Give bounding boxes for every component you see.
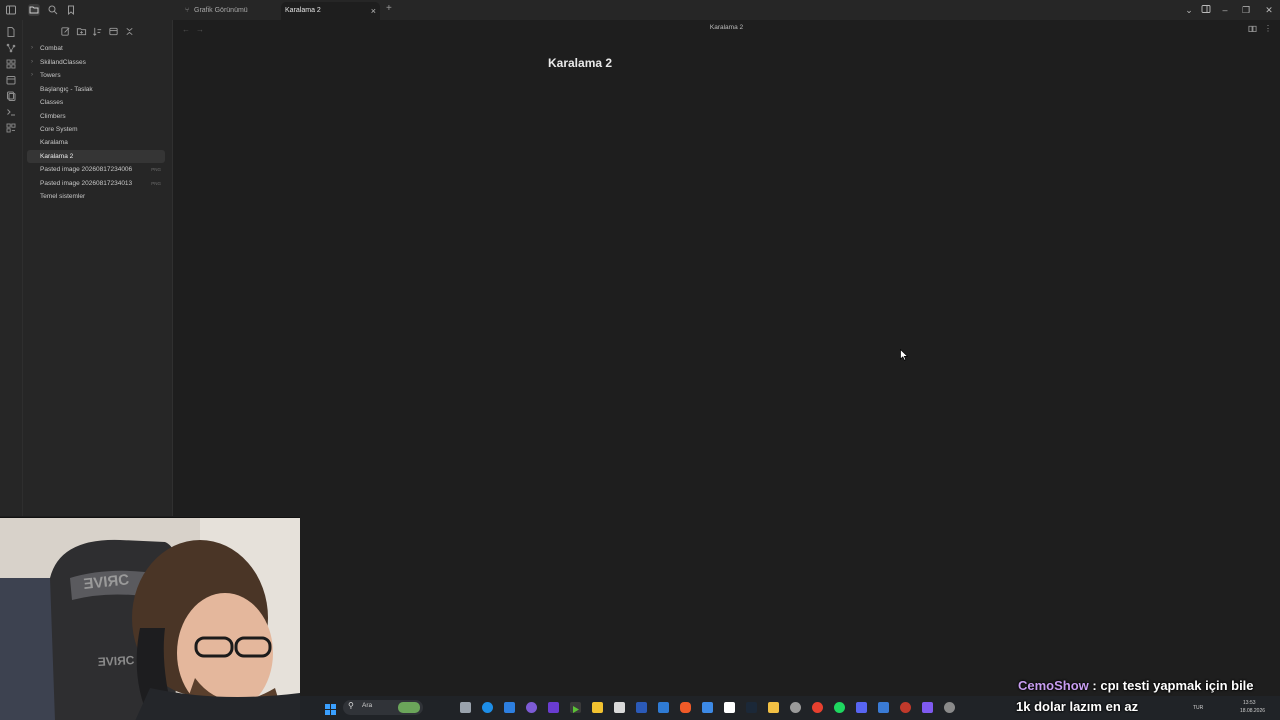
minimize-icon[interactable]: – xyxy=(1218,4,1232,16)
tab-list-icon[interactable]: ⌄ xyxy=(1182,4,1196,16)
view-header-title[interactable]: Karalama 2 xyxy=(173,24,1280,31)
stream-chat-overlay: CemoShow : cpı testi yapmak için bile 1k… xyxy=(1012,676,1280,720)
windows-start-icon[interactable] xyxy=(325,702,336,715)
chevron-right-icon: › xyxy=(31,59,33,65)
webcam-overlay: ƎVIЯC ƎVIЯC xyxy=(0,517,300,720)
graph-view-icon[interactable] xyxy=(5,42,17,54)
folder-towers[interactable]: › Towers xyxy=(27,69,165,82)
file-classes[interactable]: Classes xyxy=(27,96,165,109)
file-extension-badge: PNG xyxy=(151,181,161,186)
sidebar-toggle-icon[interactable] xyxy=(5,4,17,16)
new-folder-icon[interactable] xyxy=(75,26,87,38)
obsidian-icon[interactable] xyxy=(922,702,933,713)
close-tab-icon[interactable]: × xyxy=(371,2,376,20)
left-ribbon xyxy=(0,20,23,516)
chat-separator: : xyxy=(1088,678,1101,693)
edge-icon[interactable] xyxy=(482,702,493,713)
taskbar-search-input[interactable]: ⚲ Ara xyxy=(343,700,423,715)
file-explorer-sidebar: › Combat › SkillandClasses › Towers Başl… xyxy=(23,20,173,516)
vscode-icon[interactable] xyxy=(658,702,669,713)
bookmark-icon[interactable] xyxy=(65,4,77,16)
svg-text:ƎVIЯC: ƎVIЯC xyxy=(97,653,135,669)
file-core-system[interactable]: Core System xyxy=(27,123,165,136)
tab-graph-view[interactable]: ⑂ Grafik Görünümü xyxy=(180,2,278,20)
task-view-icon[interactable] xyxy=(460,702,471,713)
new-tab-button[interactable]: + xyxy=(386,3,392,14)
graph-icon: ⑂ xyxy=(185,7,190,14)
spotify-icon[interactable] xyxy=(834,702,845,713)
file-karalama[interactable]: Karalama xyxy=(27,136,165,149)
sort-icon[interactable] xyxy=(91,26,103,38)
chat-username: CemoShow xyxy=(1018,678,1089,693)
command-palette-icon[interactable] xyxy=(5,106,17,118)
file-extension-badge: PNG xyxy=(151,167,161,172)
calendar-icon[interactable] xyxy=(5,74,17,86)
file-baslangic-taslak[interactable]: Başlangıç - Taslak xyxy=(27,83,165,96)
note-title[interactable]: Karalama 2 xyxy=(548,56,612,70)
file-explorer-icon[interactable] xyxy=(28,4,40,16)
file-climbers[interactable]: Climbers xyxy=(27,110,165,123)
brave-icon[interactable] xyxy=(680,702,691,713)
app-icon[interactable] xyxy=(548,702,559,713)
file-temel-sistemler[interactable]: Temel sistemler xyxy=(27,190,165,203)
more-options-icon[interactable]: ⋮ xyxy=(1264,24,1272,33)
templates-icon[interactable] xyxy=(5,90,17,102)
mail-icon[interactable] xyxy=(504,702,515,713)
search-icon[interactable] xyxy=(47,4,59,16)
new-note-icon[interactable] xyxy=(59,26,71,38)
folder-combat[interactable]: › Combat xyxy=(27,42,165,55)
chevron-right-icon: › xyxy=(31,72,33,78)
file-karalama-2[interactable]: Karalama 2 xyxy=(27,150,165,163)
close-window-icon[interactable]: ✕ xyxy=(1262,4,1276,16)
discord-icon[interactable] xyxy=(856,702,867,713)
steam-icon[interactable] xyxy=(746,702,757,713)
terminal-icon[interactable] xyxy=(614,702,625,713)
search-highlight-icon xyxy=(398,702,420,713)
tab-karalama-2[interactable]: Karalama 2 × xyxy=(281,2,380,20)
app-icon-2[interactable] xyxy=(702,702,713,713)
settings-icon[interactable] xyxy=(944,702,955,713)
title-bar: ⑂ Grafik Görünümü Karalama 2 × + ⌄ – ❐ ✕ xyxy=(0,0,1280,20)
folder-skillandclasses[interactable]: › SkillandClasses xyxy=(27,56,165,69)
notion-icon[interactable] xyxy=(724,702,735,713)
app-icon-4[interactable] xyxy=(900,702,911,713)
sticky-notes-icon[interactable] xyxy=(592,702,603,713)
copilot-icon[interactable] xyxy=(526,702,537,713)
chrome-icon[interactable] xyxy=(812,702,823,713)
canvas-icon[interactable] xyxy=(5,58,17,70)
search-icon: ⚲ xyxy=(348,701,354,710)
editor-pane[interactable]: ← → Karalama 2 ⋮ Karalama 2 xyxy=(173,20,1280,696)
folder-icon[interactable] xyxy=(768,702,779,713)
file-pasted-image-1[interactable]: Pasted image 20260817234006 PNG xyxy=(27,163,165,176)
chat-message-line-2: 1k dolar lazım en az xyxy=(1016,699,1139,714)
restore-icon[interactable]: ❐ xyxy=(1239,4,1253,16)
auto-reveal-icon[interactable] xyxy=(107,26,119,38)
file-pasted-image-2[interactable]: Pasted image 20260817234013 PNG xyxy=(27,177,165,190)
plugins-icon[interactable] xyxy=(5,122,17,134)
app-icon-3[interactable] xyxy=(878,702,889,713)
chatgpt-icon[interactable] xyxy=(790,702,801,713)
mouse-cursor-icon xyxy=(900,349,908,361)
right-sidebar-toggle-icon[interactable] xyxy=(1199,4,1213,16)
chat-message-line-1: CemoShow : cpı testi yapmak için bile xyxy=(1018,678,1254,693)
collapse-all-icon[interactable] xyxy=(123,26,135,38)
reading-view-icon[interactable] xyxy=(1248,24,1257,35)
arc-icon[interactable] xyxy=(636,702,647,713)
open-quick-switcher-icon[interactable] xyxy=(5,26,17,38)
chat-message-text: cpı testi yapmak için bile xyxy=(1100,678,1254,693)
chevron-right-icon: › xyxy=(31,45,33,51)
play-icon[interactable] xyxy=(570,702,581,713)
